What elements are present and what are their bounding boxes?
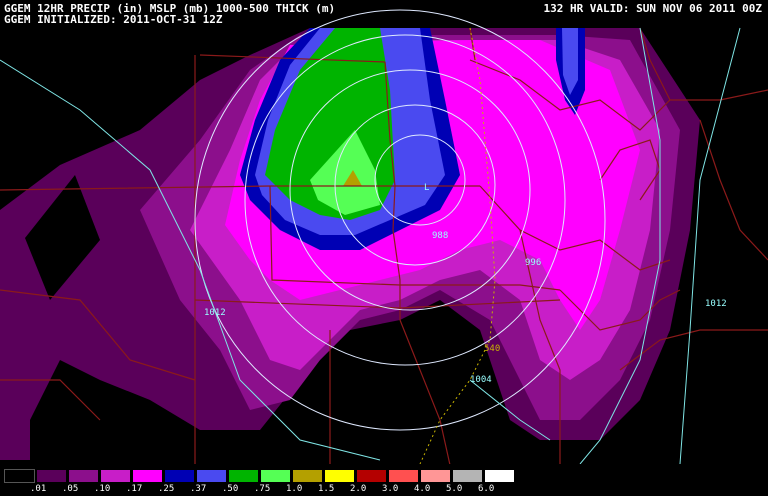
legend-label: .17 [126, 484, 143, 494]
legend-label: .05 [62, 484, 79, 494]
legend-swatch [260, 469, 291, 483]
legend-swatch [100, 469, 131, 483]
legend-label: .01 [30, 484, 47, 494]
legend-label: .10 [94, 484, 111, 494]
legend-label: 1.5 [318, 484, 335, 494]
legend-swatch [36, 469, 67, 483]
precip-map: L 988 996 1004 1012 1012 540 [0, 0, 768, 464]
init-time: GGEM INITIALIZED: 2011-OCT-31 12Z [4, 13, 223, 26]
legend-label: 1.0 [286, 484, 303, 494]
legend-label: 5.0 [446, 484, 463, 494]
legend-swatch [228, 469, 259, 483]
legend-swatch [484, 469, 515, 483]
legend-label: .50 [222, 484, 239, 494]
legend-swatch [4, 469, 35, 483]
legend-swatch [420, 469, 451, 483]
valid-time: 132 HR VALID: SUN NOV 06 2011 00Z [543, 2, 762, 15]
legend-swatch [196, 469, 227, 483]
legend-swatch [356, 469, 387, 483]
isobar-label-1004: 1004 [470, 375, 492, 385]
legend-label: 2.0 [350, 484, 367, 494]
legend-label: 6.0 [478, 484, 495, 494]
isobar-label-988: 988 [432, 231, 448, 241]
legend-swatch [164, 469, 195, 483]
thickness-label-540: 540 [484, 344, 500, 354]
legend-swatch [324, 469, 355, 483]
legend-swatch [68, 469, 99, 483]
legend-label: 3.0 [382, 484, 399, 494]
legend-label: .37 [190, 484, 207, 494]
low-pressure-symbol: L [424, 183, 429, 193]
legend-label: .25 [158, 484, 175, 494]
isobar-label-1012-west: 1012 [204, 308, 226, 318]
legend-label: 4.0 [414, 484, 431, 494]
legend-swatch [132, 469, 163, 483]
legend-swatch [388, 469, 419, 483]
precip-legend: .01 .05 .10 .17 .25 .37 .50 .75 1.0 1.5 2.0 3.0 4.0 5… [0, 464, 768, 496]
isobar-label-1012-east: 1012 [705, 299, 727, 309]
legend-label: .75 [254, 484, 271, 494]
isobar-label-996: 996 [525, 258, 541, 268]
legend-swatch [292, 469, 323, 483]
legend-swatch [452, 469, 483, 483]
